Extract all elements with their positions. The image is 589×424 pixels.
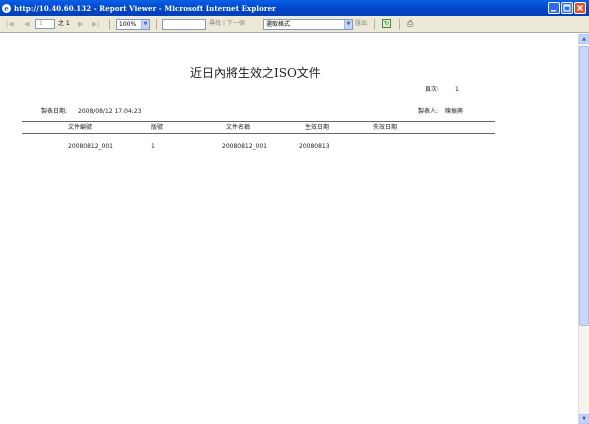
- find-controls: 尋找 | 下一個: [209, 19, 245, 29]
- cell-doc-number: 20080812_001: [68, 143, 113, 150]
- scrollbar-thumb[interactable]: [579, 46, 589, 326]
- ie-icon: e: [2, 3, 11, 13]
- column-header-version: 版號: [151, 124, 164, 131]
- report-title: 近日內將生效之ISO文件: [190, 66, 321, 80]
- export-format-select[interactable]: 選取格式 ▼: [263, 19, 353, 30]
- toolbar-separator: [156, 19, 157, 30]
- created-date-label: 製表日期:: [41, 108, 68, 115]
- minimize-button[interactable]: [548, 2, 560, 14]
- zoom-select[interactable]: 100% ▼: [116, 19, 150, 30]
- close-button[interactable]: [574, 2, 586, 14]
- column-header-expiry-date: 失效日期: [373, 124, 398, 131]
- find-input[interactable]: [162, 19, 206, 30]
- vertical-scrollbar[interactable]: ▲ ▼: [578, 34, 589, 424]
- cell-version: 1: [151, 143, 155, 150]
- cell-effective-date: 20080813: [299, 143, 330, 150]
- page-number: 1: [455, 86, 459, 93]
- scroll-up-icon[interactable]: ▲: [579, 34, 589, 44]
- report-page: 近日內將生效之ISO文件 頁次: 1 製表日期: 2008/08/12 17:0…: [0, 34, 578, 424]
- table-top-rule: [22, 121, 495, 122]
- chevron-down-icon: ▼: [344, 20, 352, 29]
- toolbar-separator: [399, 19, 400, 30]
- export-format-value: 選取格式: [266, 21, 291, 28]
- scroll-down-icon[interactable]: ▼: [579, 414, 589, 424]
- table-header-rule: [22, 133, 495, 134]
- find-next-button[interactable]: 下一個: [227, 20, 245, 27]
- find-separator: |: [222, 20, 225, 27]
- window-title: http://10.40.60.132 - Report Viewer - Mi…: [14, 3, 276, 13]
- last-page-button[interactable]: ▶|: [92, 19, 100, 29]
- first-page-button[interactable]: |◀: [6, 19, 14, 29]
- column-header-doc-name: 文件名稱: [226, 124, 251, 131]
- refresh-icon[interactable]: ↻: [382, 19, 391, 28]
- page-label: 頁次:: [425, 86, 440, 93]
- maximize-button[interactable]: [561, 2, 573, 14]
- previous-page-button[interactable]: ◀: [24, 19, 29, 29]
- column-header-effective-date: 生效日期: [305, 124, 330, 131]
- chevron-down-icon: ▼: [141, 20, 149, 29]
- report-toolbar: |◀ ◀ 1 之 1 ▶ ▶| 100% ▼ 尋找 | 下一個 選取格式 ▼ 匯…: [0, 16, 589, 33]
- export-button[interactable]: 匯出: [355, 19, 367, 29]
- created-by-value: 陳振興: [445, 108, 464, 115]
- toolbar-separator: [109, 19, 110, 30]
- created-by-label: 製表人:: [418, 108, 439, 115]
- page-count-label: 之 1: [58, 20, 70, 27]
- cell-doc-name: 20080812_001: [222, 143, 267, 150]
- close-icon: [577, 5, 583, 11]
- minimize-icon: [551, 10, 556, 12]
- find-button[interactable]: 尋找: [209, 20, 221, 27]
- zoom-value: 100%: [119, 21, 137, 28]
- maximize-icon: [563, 4, 571, 12]
- print-icon[interactable]: ⎙: [407, 19, 417, 28]
- created-date-value: 2008/08/12 17:04:23: [78, 108, 142, 115]
- next-page-button[interactable]: ▶: [78, 19, 83, 29]
- column-header-doc-number: 文件編號: [68, 124, 93, 131]
- page-number-input[interactable]: 1: [35, 19, 55, 29]
- window-title-bar: e http://10.40.60.132 - Report Viewer - …: [0, 0, 589, 16]
- toolbar-separator: [374, 19, 375, 30]
